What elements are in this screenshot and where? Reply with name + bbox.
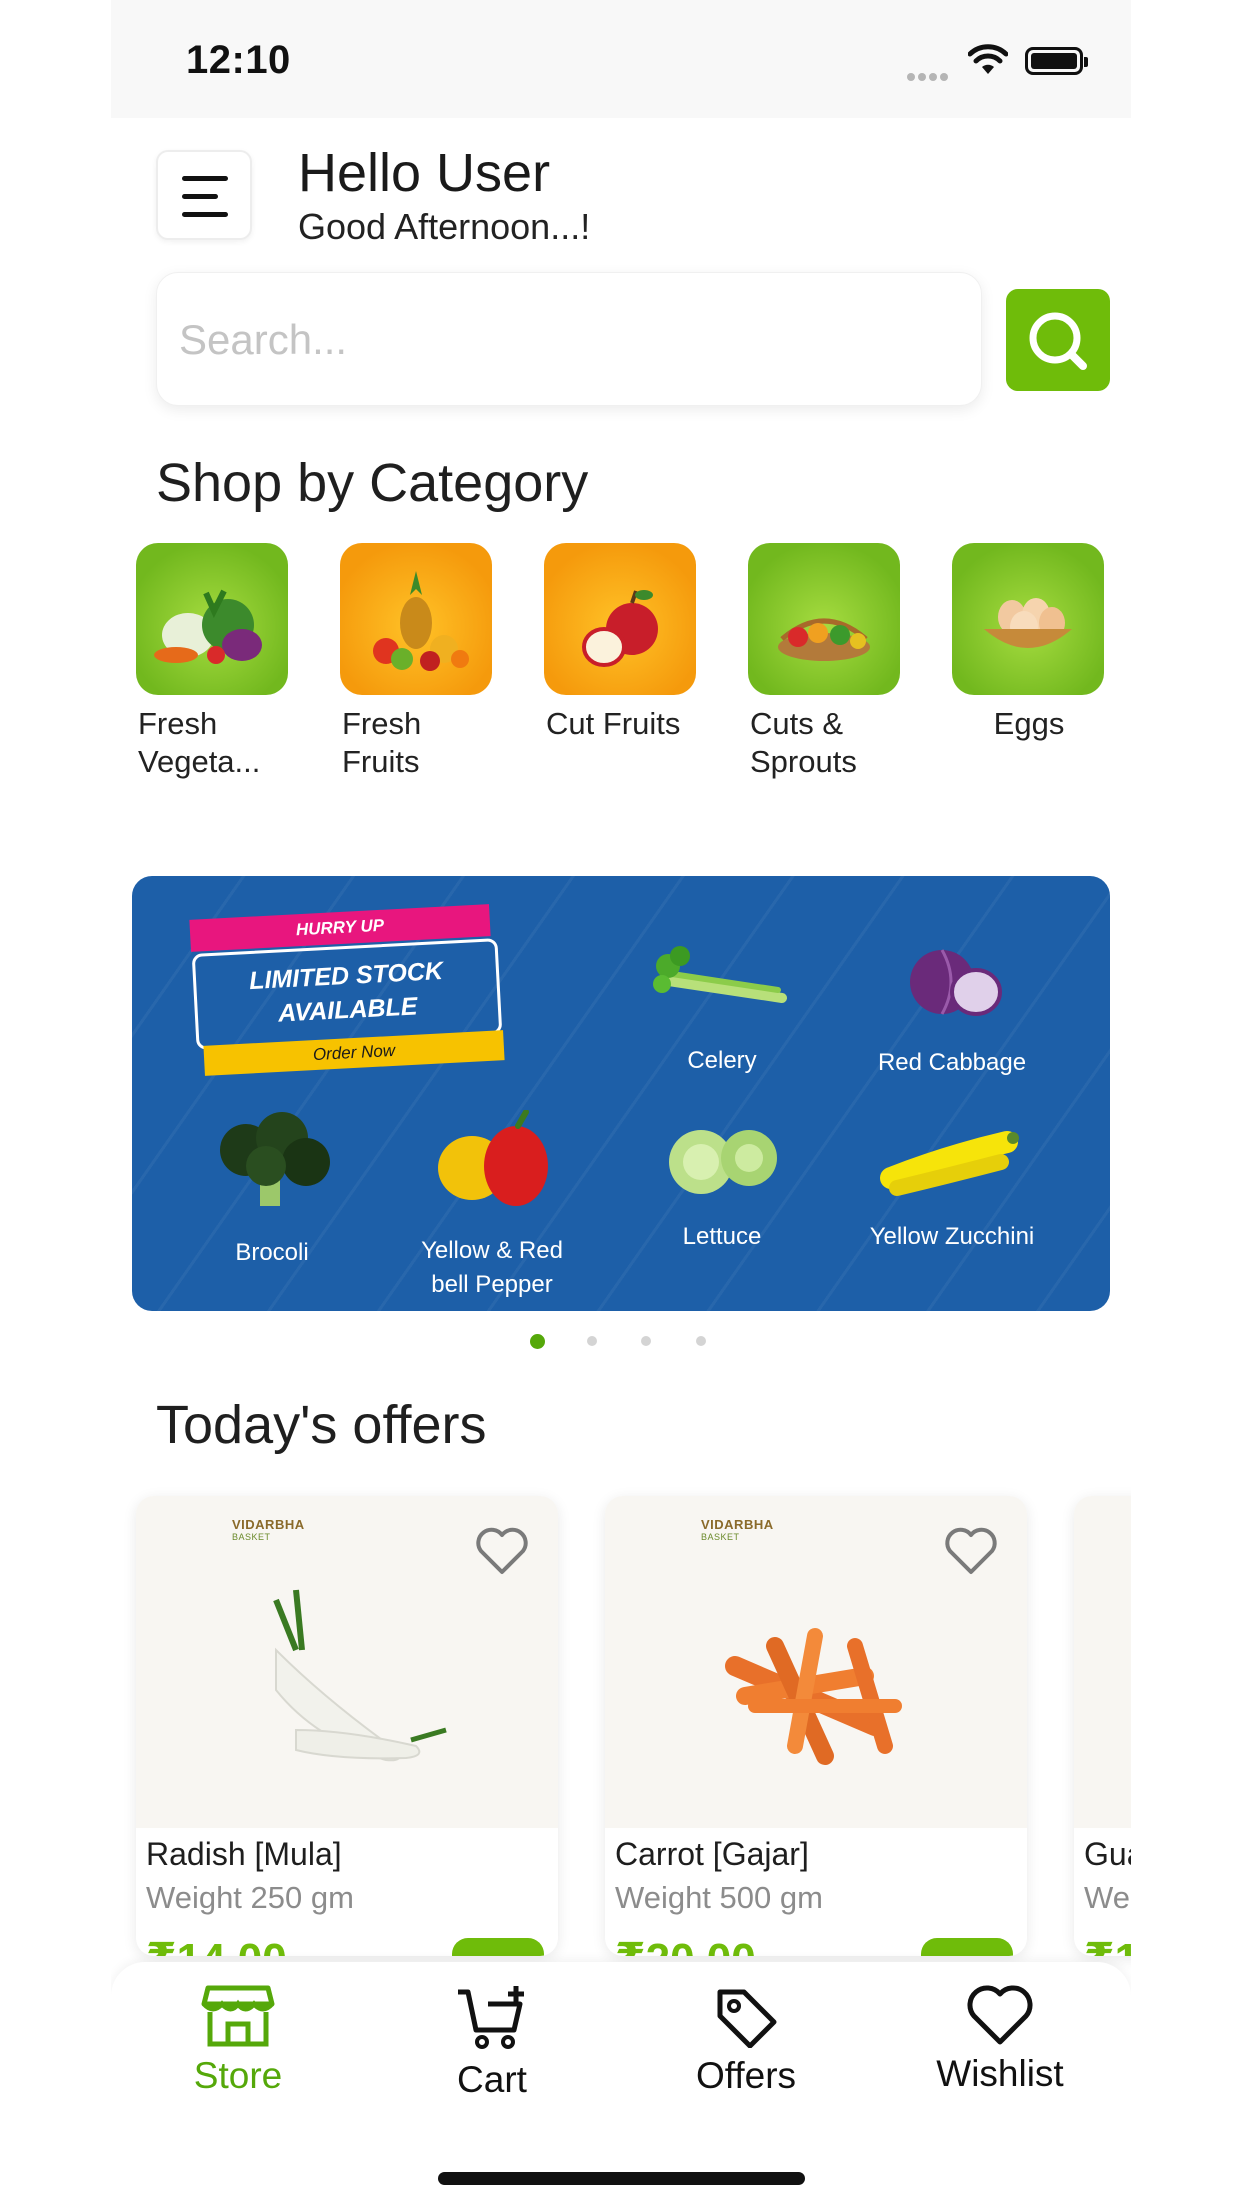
product-image: VIDARBHA BASKET: [605, 1496, 1027, 1828]
home-indicator[interactable]: [438, 2172, 805, 2185]
carrot-icon: [725, 1628, 902, 1765]
banner-pagination: [111, 1334, 1131, 1356]
vegetables-icon: [136, 543, 288, 695]
heart-icon: [967, 1985, 1033, 2045]
tag-icon: [717, 1989, 777, 2049]
battery-icon: [1025, 47, 1088, 75]
search-input[interactable]: [179, 313, 939, 367]
promo-banner[interactable]: HURRY UP LIMITED STOCK AVAILABLE Order N…: [132, 876, 1110, 1311]
page-dot-active[interactable]: [530, 1334, 545, 1349]
category-label: Cuts & Sprouts: [750, 706, 857, 779]
left-gutter: [0, 0, 111, 2208]
banner-item-celery: Celery: [632, 940, 812, 1078]
search-icon: [1029, 312, 1087, 370]
nav-label: Offers: [695, 2055, 797, 2096]
fruits-icon: [340, 543, 492, 695]
app-screen: 12:10 Hello User Good Afternoon...! Shop…: [111, 0, 1131, 2208]
product-weight: Weight 250 gm: [146, 1880, 354, 1915]
product-name: Carrot [Gajar]: [615, 1836, 809, 1872]
broccoli-icon: [220, 1112, 330, 1206]
add-to-cart-button[interactable]: [452, 1938, 544, 1956]
nav-cart[interactable]: Cart: [392, 1984, 592, 2101]
category-label: Fresh Fruits: [342, 706, 422, 779]
search-button[interactable]: [1006, 289, 1110, 391]
category-label: Cut Fruits: [546, 706, 681, 741]
cart-plus-icon: [458, 1986, 524, 2049]
celery-icon: [653, 946, 787, 1003]
category-item-eggs[interactable]: Eggs: [952, 543, 1104, 743]
nav-label: Wishlist: [936, 2053, 1064, 2094]
brand-logo: VIDARBHA BASKET: [701, 1517, 774, 1542]
nav-label: Store: [193, 2055, 283, 2096]
nav-offers[interactable]: Offers: [646, 1984, 846, 2097]
nav-store[interactable]: Store: [138, 1984, 338, 2097]
product-card-partial[interactable]: Gua Wei ₹1: [1074, 1496, 1131, 1956]
cut-apple-icon: [544, 543, 696, 695]
wishlist-heart-icon[interactable]: [474, 1526, 530, 1576]
page-dot[interactable]: [587, 1336, 597, 1346]
nav-wishlist[interactable]: Wishlist: [900, 1984, 1100, 2095]
wishlist-heart-icon[interactable]: [943, 1526, 999, 1576]
wifi-icon: [968, 44, 1008, 74]
greeting-subtitle: Good Afternoon...!: [298, 206, 591, 247]
product-weight: Wei: [1084, 1880, 1131, 1915]
menu-button[interactable]: [156, 150, 252, 240]
bell-pepper-icon: [438, 1109, 548, 1206]
category-section-title: Shop by Category: [156, 453, 589, 513]
product-name: Gua: [1084, 1836, 1131, 1872]
category-item-cuts-sprouts[interactable]: Cuts & Sprouts: [748, 543, 900, 781]
menu-icon: [182, 176, 228, 181]
radish-icon: [273, 1589, 447, 1762]
lettuce-icon: [669, 1130, 777, 1194]
greeting-title: Hello User: [298, 143, 551, 203]
product-image: VIDARBHA BASKET: [136, 1496, 558, 1828]
right-gutter: [1131, 0, 1242, 2208]
category-label: Eggs: [993, 706, 1065, 741]
zucchini-icon: [880, 1131, 1019, 1196]
sprouts-basket-icon: [748, 543, 900, 695]
product-weight: Weight 500 gm: [615, 1880, 823, 1915]
page-dot[interactable]: [696, 1336, 706, 1346]
product-card-radish[interactable]: VIDARBHA BASKET Radish [Mula] Weight 250…: [136, 1496, 558, 1956]
search-box: [156, 272, 982, 406]
banner-item-broccoli: Brocoli: [192, 1106, 352, 1270]
offers-section-title: Today's offers: [156, 1395, 487, 1455]
page-dot[interactable]: [641, 1336, 651, 1346]
cellular-signal-icon: [907, 68, 955, 81]
category-item-cut-fruits[interactable]: Cut Fruits: [544, 543, 696, 743]
banner-item-lettuce: Lettuce: [642, 1120, 802, 1254]
product-price: ₹14.00: [146, 1934, 287, 1956]
product-card-carrot[interactable]: VIDARBHA BASKET Carrot [Gajar] Weight 50…: [605, 1496, 1027, 1956]
red-cabbage-icon: [910, 949, 1002, 1016]
banner-item-zucchini: Yellow Zucchini: [832, 1126, 1072, 1254]
banner-item-red-cabbage: Red Cabbage: [852, 936, 1052, 1080]
product-price: ₹1: [1084, 1934, 1131, 1956]
status-bar: 12:10: [111, 0, 1131, 118]
category-item-fresh-fruits[interactable]: Fresh Fruits: [340, 543, 492, 781]
store-icon: [201, 1985, 275, 2047]
product-image: [1074, 1496, 1131, 1828]
eggs-basket-icon: [952, 543, 1104, 695]
brand-logo: VIDARBHA BASKET: [232, 1517, 305, 1542]
nav-label: Cart: [457, 2059, 527, 2100]
category-item-fresh-vegetables[interactable]: Fresh Vegeta...: [136, 543, 288, 781]
status-time: 12:10: [186, 38, 291, 82]
product-name: Radish [Mula]: [146, 1836, 342, 1872]
add-to-cart-button[interactable]: [921, 1938, 1013, 1956]
banner-item-bell-pepper: Yellow & Red bell Pepper: [402, 1109, 582, 1302]
product-price: ₹20.00: [615, 1934, 756, 1956]
category-label: Fresh Vegeta...: [138, 706, 261, 779]
